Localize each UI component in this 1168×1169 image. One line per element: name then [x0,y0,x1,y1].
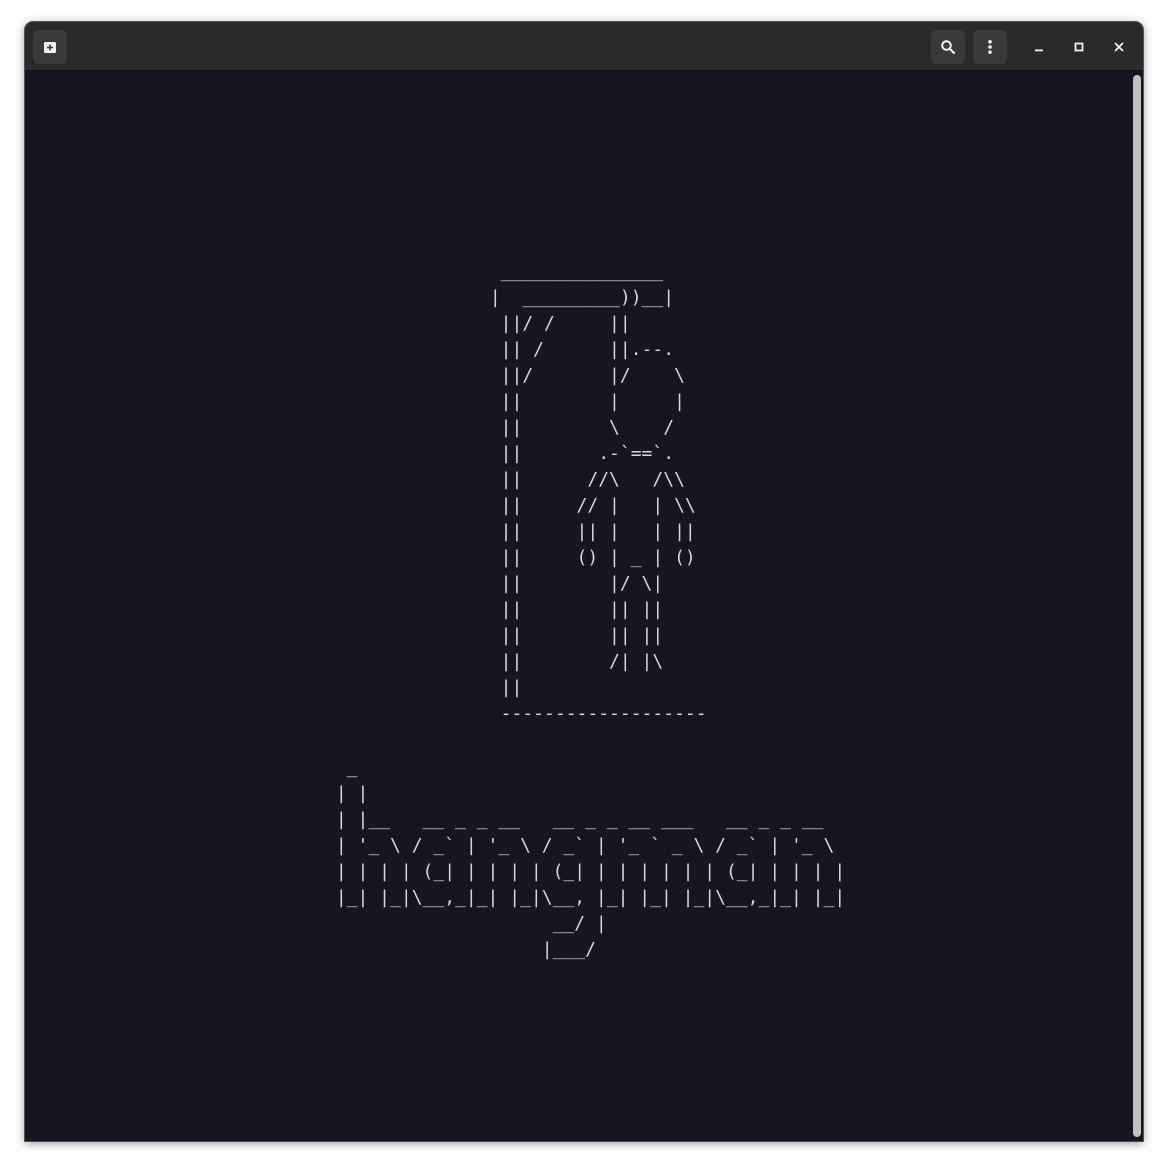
new-tab-button[interactable] [33,30,67,64]
scrollbar[interactable] [1129,71,1143,1141]
minimize-button[interactable] [1027,35,1051,59]
search-icon [941,40,956,55]
hangman-gallows-ascii-art: _______________ | _________))__| ||/ / |… [489,261,707,724]
terminal-view[interactable]: _______________ | _________))__| ||/ / |… [25,71,1143,1141]
scrollbar-thumb[interactable] [1133,75,1141,1137]
close-icon [1114,42,1124,52]
maximize-icon [1074,42,1084,52]
close-button[interactable] [1107,35,1131,59]
hangman-title-ascii-art: _ | | | |__ __ _ _ __ __ _ _ __ ___ __ _… [335,757,846,960]
new-tab-icon [44,42,56,53]
minimize-icon [1035,49,1043,52]
maximize-button[interactable] [1067,35,1091,59]
kebab-menu-icon [988,40,992,54]
main-menu-button[interactable] [973,30,1007,64]
terminal-window: _______________ | _________))__| ||/ / |… [25,22,1143,1141]
search-button[interactable] [931,30,965,64]
headerbar [25,22,1143,71]
